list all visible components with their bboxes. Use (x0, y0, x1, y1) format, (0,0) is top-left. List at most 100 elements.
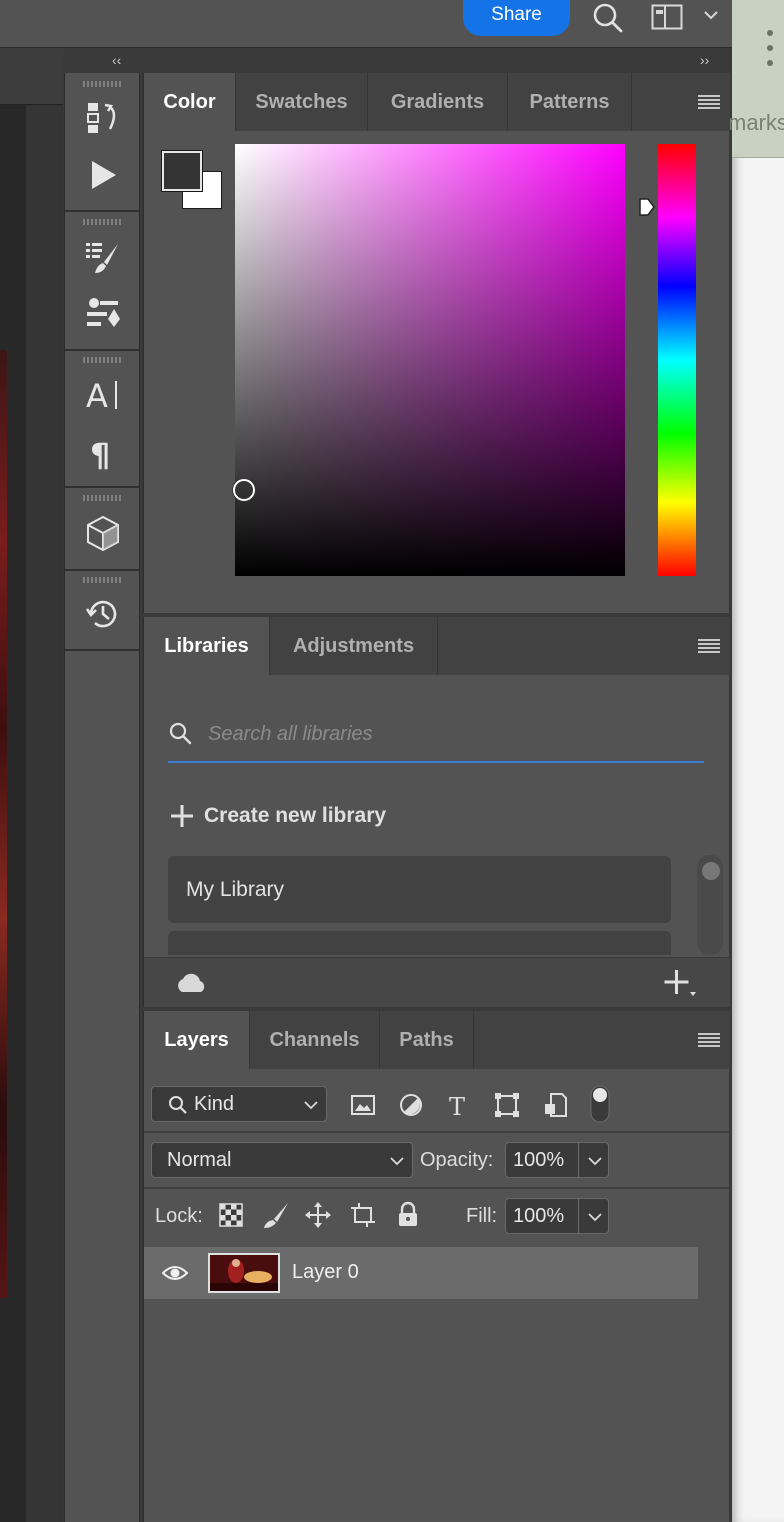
blend-mode-select[interactable]: Normal (151, 1142, 413, 1178)
panel-menu-icon[interactable] (698, 95, 720, 109)
create-library-label: Create new library (204, 804, 387, 827)
layer-filter-kind-label: Kind (194, 1093, 235, 1115)
canvas-scrollbar[interactable] (26, 105, 63, 1522)
hue-slider[interactable] (658, 144, 696, 576)
color-picker-cursor[interactable] (233, 479, 255, 501)
layer-filter-kind-select[interactable]: Kind (151, 1086, 327, 1122)
play-actions-icon[interactable] (84, 156, 122, 194)
layer-thumbnail[interactable] (208, 1253, 280, 1293)
opacity-label: Opacity: (420, 1149, 494, 1171)
adjustment-layer-filter-icon[interactable] (397, 1091, 425, 1119)
library-item-partial[interactable] (168, 931, 671, 955)
layer-row[interactable]: Layer 0 (144, 1247, 698, 1299)
brush-presets-icon[interactable] (84, 295, 122, 333)
separator (144, 1187, 730, 1189)
library-footer (144, 957, 730, 1007)
blend-mode-label: Normal (167, 1149, 232, 1171)
color-panel: Color Swatches Gradients Patterns (143, 73, 730, 613)
library-scrollbar-thumb[interactable] (702, 862, 720, 880)
filter-toggle-switch[interactable] (590, 1085, 610, 1123)
paragraph-icon[interactable]: ¶ (84, 433, 122, 471)
lock-transparent-pixels-icon[interactable] (217, 1201, 245, 1229)
search-icon (169, 722, 192, 745)
tab-patterns[interactable]: Patterns (508, 73, 632, 131)
grip-handle[interactable] (83, 81, 121, 87)
lock-label: Lock: (155, 1205, 203, 1227)
color-tabbar: Color Swatches Gradients Patterns (144, 73, 730, 131)
smart-object-filter-icon[interactable] (542, 1091, 570, 1119)
svg-text:T: T (449, 1093, 465, 1119)
expand-right-icon[interactable]: ›› (700, 52, 709, 68)
separator (65, 486, 139, 488)
fill-label: Fill: (466, 1205, 498, 1227)
search-icon[interactable] (592, 2, 624, 34)
tab-libraries[interactable]: Libraries (144, 617, 270, 675)
divider (578, 1199, 579, 1233)
svg-text:¶: ¶ (90, 436, 110, 471)
chevron-down-icon[interactable] (588, 1156, 602, 1166)
layers-panel: Layers Channels Paths Kind T Normal Opac… (143, 1011, 730, 1522)
opacity-field[interactable]: 100% (505, 1142, 609, 1178)
history-states-icon[interactable] (84, 99, 122, 137)
lock-artboard-icon[interactable] (349, 1201, 377, 1229)
share-button[interactable]: Share (463, 0, 570, 36)
hue-slider-marker-icon[interactable] (638, 197, 656, 217)
browser-partial-text: marks (728, 110, 784, 135)
search-icon (169, 1096, 187, 1114)
tab-layers[interactable]: Layers (144, 1011, 250, 1069)
fill-field[interactable]: 100% (505, 1198, 609, 1234)
color-field[interactable] (235, 144, 625, 576)
history-icon[interactable] (84, 595, 122, 633)
separator (144, 1131, 730, 1133)
library-item[interactable]: My Library (168, 856, 671, 923)
separator (65, 649, 139, 651)
library-search-input[interactable] (208, 717, 688, 751)
workspace-icon[interactable] (651, 4, 683, 30)
collapse-left-icon[interactable]: ‹‹ (112, 52, 121, 68)
grip-handle[interactable] (83, 495, 121, 501)
character-icon[interactable]: A (84, 375, 122, 413)
tab-gradients[interactable]: Gradients (368, 73, 508, 131)
lock-position-icon[interactable] (304, 1201, 332, 1229)
tab-paths[interactable]: Paths (380, 1011, 474, 1069)
panel-icon-column: A ¶ (64, 73, 140, 1522)
grip-handle[interactable] (83, 357, 121, 363)
separator (65, 210, 139, 212)
3d-cube-icon[interactable] (84, 514, 122, 552)
libraries-tabbar: Libraries Adjustments (144, 617, 730, 675)
tab-adjustments[interactable]: Adjustments (270, 617, 438, 675)
plus-icon (171, 805, 193, 827)
lock-all-icon[interactable] (394, 1201, 422, 1229)
more-options-icon[interactable] (766, 28, 774, 70)
brush-settings-icon[interactable] (84, 238, 122, 276)
layer-name[interactable]: Layer 0 (292, 1261, 359, 1284)
browser-background (732, 0, 784, 1522)
document-image (0, 350, 7, 1298)
eye-visibility-icon[interactable] (162, 1263, 188, 1283)
tab-swatches[interactable]: Swatches (236, 73, 368, 131)
grip-handle[interactable] (83, 219, 121, 225)
type-layer-filter-icon[interactable]: T (445, 1091, 473, 1119)
tab-color[interactable]: Color (144, 73, 236, 131)
libraries-panel: Libraries Adjustments Create new library… (143, 617, 730, 1007)
svg-text:A: A (86, 377, 108, 413)
panel-menu-icon[interactable] (698, 1033, 720, 1047)
chevron-down-icon[interactable] (703, 9, 719, 21)
document-tab[interactable] (0, 49, 63, 105)
chevron-down-icon[interactable] (588, 1212, 602, 1222)
separator (65, 349, 139, 351)
chevron-down-icon (390, 1157, 404, 1166)
grip-handle[interactable] (83, 577, 121, 583)
tab-channels[interactable]: Channels (250, 1011, 380, 1069)
pixel-layer-filter-icon[interactable] (349, 1091, 377, 1119)
separator (65, 569, 139, 571)
shape-layer-filter-icon[interactable] (493, 1091, 521, 1119)
add-library-item-icon[interactable] (664, 968, 698, 998)
foreground-color-swatch[interactable] (161, 150, 203, 192)
divider (578, 1143, 579, 1177)
panel-collapse-bar (63, 49, 732, 73)
lock-image-pixels-icon[interactable] (262, 1201, 290, 1229)
cloud-icon[interactable] (174, 972, 208, 994)
panel-menu-icon[interactable] (698, 639, 720, 653)
create-library-button[interactable]: Create new library (170, 801, 386, 831)
